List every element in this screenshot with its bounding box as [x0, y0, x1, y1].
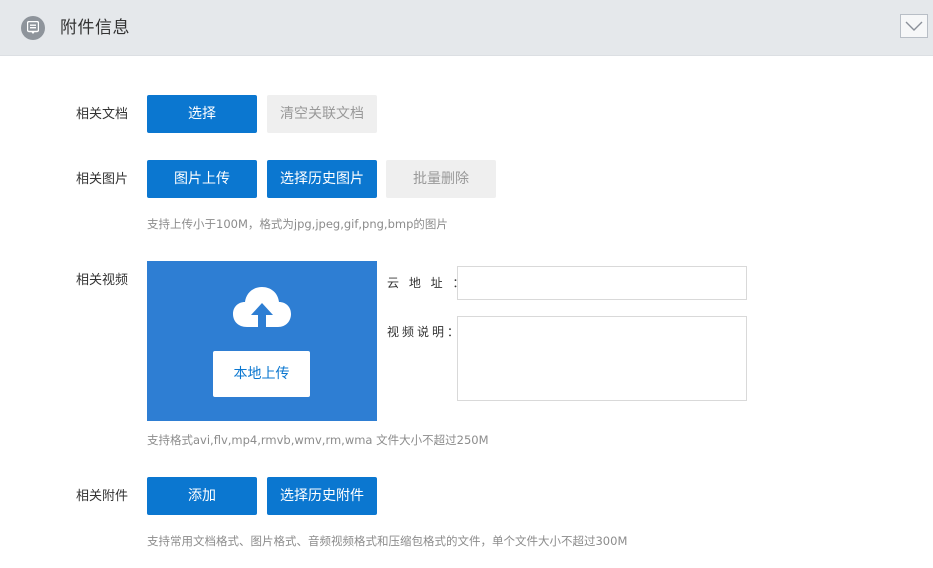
attachment-icon: [21, 16, 45, 40]
video-description-textarea[interactable]: [457, 316, 747, 401]
video-upload-area[interactable]: 本地上传: [147, 261, 377, 421]
panel-header: 附件信息: [0, 0, 933, 56]
page-title: 附件信息: [60, 18, 130, 38]
select-history-attachments-button[interactable]: 选择历史附件: [267, 477, 377, 515]
cloud-address-label: 云 地 址 ：: [387, 276, 468, 290]
local-upload-button[interactable]: 本地上传: [213, 351, 310, 397]
collapse-button[interactable]: [900, 14, 928, 38]
cloud-upload-icon: [233, 287, 291, 329]
add-attachment-button[interactable]: 添加: [147, 477, 257, 515]
image-upload-button[interactable]: 图片上传: [147, 160, 257, 198]
attachment-panel: 附件信息 相关文档 选择 清空关联文档 相关图片 图片上传 选择历史图片 批量删…: [0, 0, 933, 568]
batch-delete-button[interactable]: 批量删除: [386, 160, 496, 198]
documents-label: 相关文档: [76, 107, 129, 122]
video-description-label: 视频说明：: [387, 325, 463, 339]
video-hint: 支持格式avi,flv,mp4,rmvb,wmv,rm,wma 文件大小不超过2…: [147, 433, 489, 447]
video-label: 相关视频: [76, 273, 129, 288]
select-history-images-button[interactable]: 选择历史图片: [267, 160, 377, 198]
images-hint: 支持上传小于100M，格式为jpg,jpeg,gif,png,bmp的图片: [147, 217, 448, 231]
clear-documents-button[interactable]: 清空关联文档: [267, 95, 377, 133]
chevron-down-icon: [905, 21, 923, 31]
attachments-hint: 支持常用文档格式、图片格式、音频视频格式和压缩包格式的文件，单个文件大小不超过3…: [147, 534, 628, 548]
cloud-address-input[interactable]: [457, 266, 747, 300]
attachments-label: 相关附件: [76, 489, 129, 504]
select-document-button[interactable]: 选择: [147, 95, 257, 133]
images-label: 相关图片: [76, 172, 129, 187]
